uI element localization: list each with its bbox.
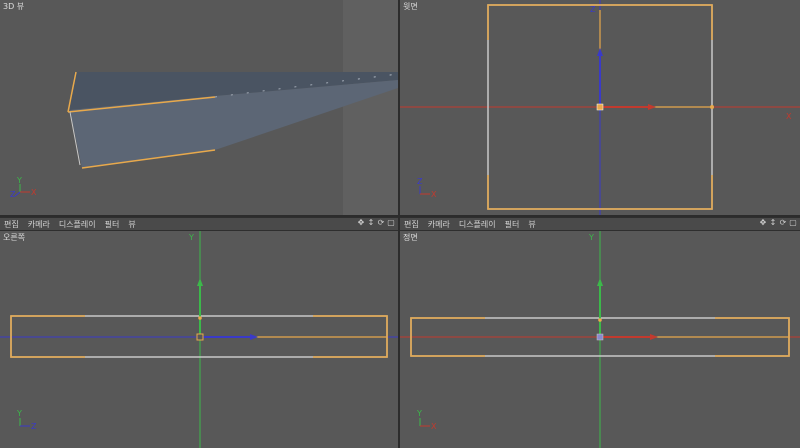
viewport-label: 윗면: [403, 2, 418, 11]
pivot-handle[interactable]: [596, 333, 604, 341]
point-handle[interactable]: [198, 316, 202, 320]
axis-arrow-head-y: [197, 278, 203, 286]
axis-gizmo: Z X: [417, 177, 437, 199]
gizmo-z-label: Z: [31, 422, 37, 431]
front-scene: Y Y X: [400, 231, 800, 448]
move-icon[interactable]: ✥: [357, 219, 365, 227]
axis-arrow-head-x: [648, 104, 656, 110]
viewport-right[interactable]: Y Y Z 오른쪽: [0, 231, 398, 448]
axis-arrow-head-z: [250, 334, 258, 340]
gizmo-x-label: X: [31, 188, 37, 197]
menu-edit[interactable]: 편집: [4, 219, 19, 230]
pivot-handle[interactable]: [196, 333, 204, 341]
point-handle[interactable]: [598, 318, 602, 322]
axis-label-y: Y: [588, 233, 594, 242]
viewport-menubar-right: 편집 카메라 디스플레이 필터 뷰 ✥ ↕ ⟳ ▢: [0, 217, 398, 231]
axis-label-x: X: [786, 112, 792, 121]
pan-icon[interactable]: ↕: [367, 219, 375, 227]
axis-gizmo: Y X: [416, 409, 437, 431]
menu-camera[interactable]: 카메라: [28, 219, 50, 230]
right-scene: Y Y Z: [0, 231, 398, 448]
viewport-label: 정면: [403, 233, 418, 242]
viewport-label: 오른쪽: [3, 233, 26, 242]
viewport-divider-vertical[interactable]: [398, 0, 400, 448]
menu-display[interactable]: 디스플레이: [59, 219, 96, 230]
pan-icon[interactable]: ↕: [769, 219, 777, 227]
gizmo-y-label: Y: [416, 409, 422, 418]
viewport-perspective[interactable]: Y X Z 3D 뷰: [0, 0, 398, 215]
gizmo-y-label: Y: [16, 176, 22, 185]
rotate-icon[interactable]: ⟳: [779, 219, 787, 227]
viewport-menubar-front: 편집 카메라 디스플레이 필터 뷰 ✥ ↕ ⟳ ▢: [400, 217, 800, 231]
viewport-front[interactable]: Y Y X 정면: [400, 231, 800, 448]
axis-gizmo: Y X Z: [10, 176, 37, 199]
axis-arrow-head-z: [597, 48, 603, 56]
gizmo-z-label: Z: [10, 190, 16, 199]
move-icon[interactable]: ✥: [759, 219, 767, 227]
pivot-handle[interactable]: [596, 103, 604, 111]
menu-filter[interactable]: 필터: [505, 219, 520, 230]
axis-arrow-head-x: [650, 334, 658, 340]
axis-arrow-head-y: [597, 278, 603, 286]
menu-display[interactable]: 디스플레이: [459, 219, 496, 230]
menu-edit[interactable]: 편집: [404, 219, 419, 230]
menu-view[interactable]: 뷰: [528, 219, 535, 230]
viewport-top[interactable]: Z X Z X 윗면: [400, 0, 800, 215]
perspective-scene: Y X Z: [10, 0, 398, 215]
maximize-icon[interactable]: ▢: [789, 219, 797, 227]
menu-camera[interactable]: 카메라: [428, 219, 450, 230]
menu-filter[interactable]: 필터: [105, 219, 120, 230]
maximize-icon[interactable]: ▢: [387, 219, 395, 227]
rotate-icon[interactable]: ⟳: [377, 219, 385, 227]
viewport-label: 3D 뷰: [3, 2, 25, 11]
top-scene: Z X Z X: [400, 0, 800, 215]
axis-label-z: Z: [590, 5, 596, 14]
axis-gizmo: Y Z: [16, 409, 37, 431]
axis-label-y: Y: [188, 233, 194, 242]
safe-frame-shade: [343, 0, 398, 215]
gizmo-x-label: X: [431, 190, 437, 199]
gizmo-y-label: Y: [16, 409, 22, 418]
gizmo-x-label: X: [431, 422, 437, 431]
gizmo-z-label: Z: [417, 177, 423, 186]
point-handle[interactable]: [710, 105, 714, 109]
menu-view[interactable]: 뷰: [128, 219, 135, 230]
viewport-divider-horizontal[interactable]: [0, 215, 800, 217]
